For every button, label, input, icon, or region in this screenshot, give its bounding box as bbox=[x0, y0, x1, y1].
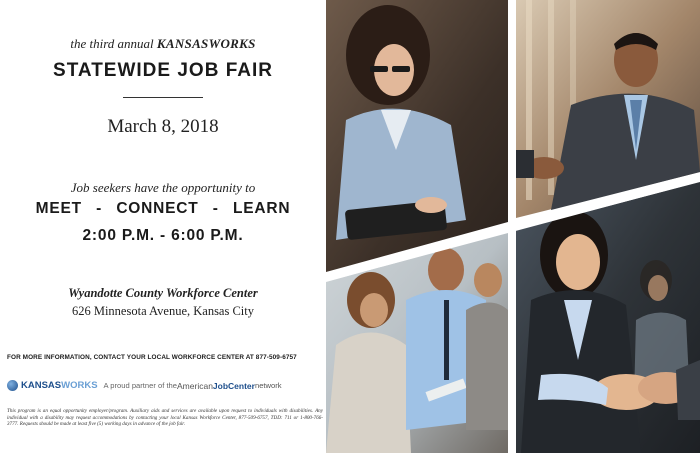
venue-name: Wyandotte County Workforce Center bbox=[68, 286, 258, 300]
flyer-text-panel: the third annual KANSASWORKS STATEWIDE J… bbox=[0, 0, 326, 453]
job-fair-flyer: the third annual KANSASWORKS STATEWIDE J… bbox=[0, 0, 700, 453]
partner-text: A proud partner of the bbox=[103, 381, 178, 390]
ajc-american: American bbox=[177, 380, 213, 391]
more-info-line: FOR MORE INFORMATION, CONTACT YOUR LOCAL… bbox=[7, 354, 297, 361]
subtitle-prefix: the third annual bbox=[70, 36, 157, 51]
kansasworks-logo: KANSASWORKS bbox=[21, 380, 98, 391]
flyer-title: STATEWIDE JOB FAIR bbox=[53, 60, 273, 81]
ajc-network: network bbox=[254, 381, 282, 390]
ajc-jobcenter: JobCenter bbox=[212, 380, 255, 391]
kansasworks-logo-icon bbox=[7, 380, 18, 391]
venue-address: 626 Minnesota Avenue, Kansas City bbox=[71, 304, 255, 318]
eoe-disclaimer: This program is an equal opportunity emp… bbox=[7, 408, 323, 428]
subtitle-brand: KANSASWORKS bbox=[156, 36, 256, 51]
seekers-line: Job seekers have the opportunity to bbox=[70, 180, 256, 195]
event-date: March 8, 2018 bbox=[107, 116, 219, 137]
partner-logos-row: KANSASWORKS A proud partner of the Ameri… bbox=[7, 380, 323, 391]
title-divider bbox=[123, 97, 203, 98]
photo-collage bbox=[326, 0, 700, 453]
meet-connect-learn: MEET - CONNECT - LEARN bbox=[35, 200, 291, 217]
logo-kansas-text: KANSAS bbox=[21, 380, 62, 391]
event-time: 2:00 P.M. - 6:00 P.M. bbox=[82, 227, 244, 244]
flyer-subtitle: the third annual KANSASWORKS bbox=[0, 36, 326, 52]
logo-works-text: WORKS bbox=[61, 380, 98, 391]
